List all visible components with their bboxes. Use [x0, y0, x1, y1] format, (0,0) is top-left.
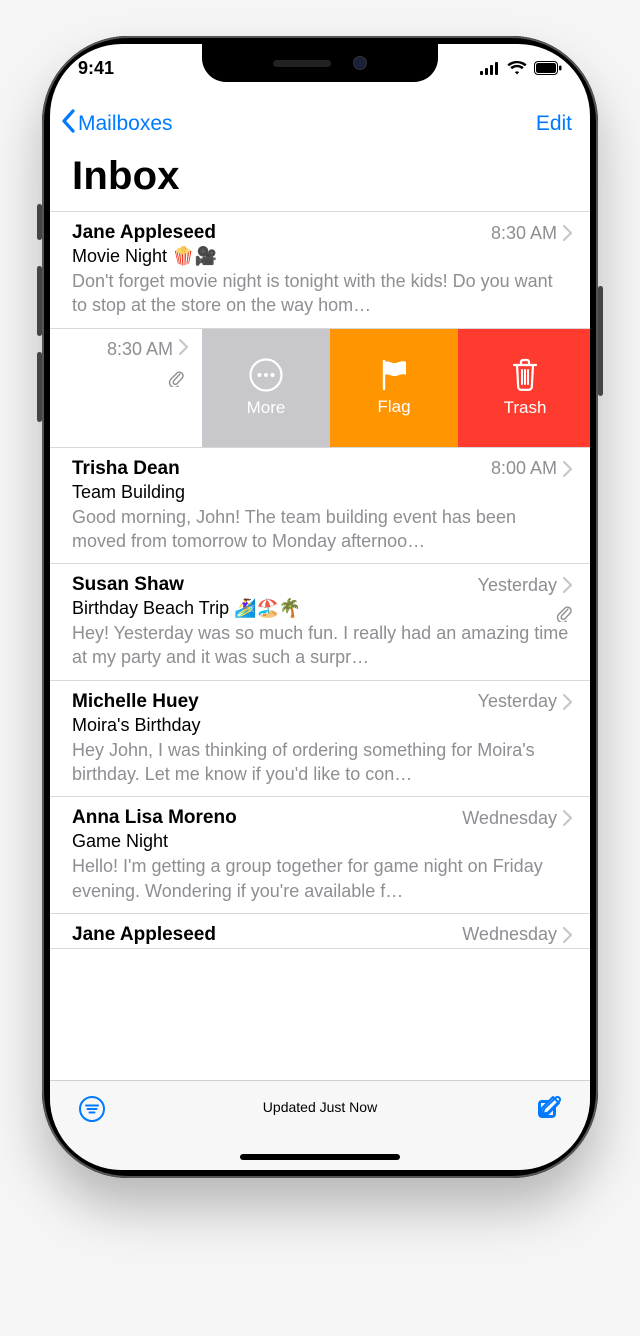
chevron-right-icon: [563, 927, 572, 943]
message-list: Jane Appleseed 8:30 AM Movie Night 🍿🎥 Do…: [50, 211, 590, 949]
screen: 9:41: [50, 44, 590, 1170]
mail-row[interactable]: Michelle Huey Yesterday Moira's Birthday…: [50, 681, 590, 798]
mail-preview: Hello! I'm getting a group together for …: [72, 854, 572, 903]
mail-time: 8:30 AM: [107, 339, 173, 360]
mail-time: Yesterday: [478, 691, 557, 712]
nav-bar: Mailboxes Edit: [50, 92, 590, 150]
mail-subject: Team Building: [72, 482, 572, 503]
chevron-left-icon: [60, 109, 78, 139]
content-area: 9:41: [50, 44, 590, 1080]
edit-button[interactable]: Edit: [536, 112, 572, 136]
cellular-icon: [480, 62, 500, 75]
mute-switch: [37, 204, 42, 240]
mail-time: Wednesday: [462, 924, 557, 945]
more-icon: [249, 358, 283, 392]
mail-row[interactable]: Anna Lisa Moreno Wednesday Game Night He…: [50, 797, 590, 914]
compose-button[interactable]: [534, 1095, 562, 1123]
volume-up-button: [37, 266, 42, 336]
swipe-action-flag[interactable]: Flag: [330, 329, 458, 447]
mail-sender: Trisha Dean: [72, 458, 180, 480]
battery-icon: [534, 61, 562, 75]
mail-row[interactable]: Trisha Dean 8:00 AM Team Building Good m…: [50, 448, 590, 565]
swipe-action-label: Flag: [377, 397, 410, 417]
mail-sender: Anna Lisa Moreno: [72, 807, 237, 829]
mail-row[interactable]: Jane Appleseed 8:30 AM Movie Night 🍿🎥 Do…: [50, 212, 590, 329]
mail-subject: Movie Night 🍿🎥: [72, 246, 572, 267]
notch-speaker: [273, 60, 331, 67]
chevron-right-icon: [563, 810, 572, 826]
mail-preview: Hey John, I was thinking of ordering som…: [72, 738, 572, 787]
front-camera: [353, 56, 367, 70]
iphone-frame: 9:41: [42, 36, 598, 1178]
status-right: [480, 61, 562, 75]
mail-time: Wednesday: [462, 808, 557, 829]
status-time: 9:41: [78, 58, 114, 79]
mail-subject: Game Night: [72, 831, 572, 852]
trash-icon: [511, 358, 539, 392]
chevron-right-icon: [563, 461, 572, 477]
wifi-icon: [507, 61, 527, 75]
mail-preview: Don't forget movie night is tonight with…: [72, 269, 572, 318]
chevron-right-icon: [179, 339, 188, 360]
back-button[interactable]: Mailboxes: [60, 109, 173, 139]
filter-button[interactable]: [78, 1095, 106, 1123]
page-title: Inbox: [50, 150, 590, 211]
mail-preview: Hey! Yesterday was so much fun. I really…: [72, 621, 572, 670]
mail-sender: Michelle Huey: [72, 691, 199, 713]
swipe-action-more[interactable]: More: [202, 329, 330, 447]
power-button: [598, 286, 603, 396]
mail-sender: Jane Appleseed: [72, 222, 216, 244]
chevron-right-icon: [563, 225, 572, 241]
swipe-action-label: More: [247, 398, 286, 418]
chevron-right-icon: [563, 694, 572, 710]
mail-row[interactable]: Jane Appleseed Wednesday: [50, 914, 590, 949]
volume-down-button: [37, 352, 42, 422]
home-indicator[interactable]: [240, 1154, 400, 1160]
flag-icon: [379, 359, 409, 391]
mail-time: 8:00 AM: [491, 458, 557, 479]
mail-row[interactable]: Susan Shaw Yesterday Birthday Beach Trip…: [50, 564, 590, 681]
chevron-right-icon: [563, 577, 572, 593]
paperclip-icon: [556, 604, 572, 627]
mail-sender: Susan Shaw: [72, 574, 184, 596]
mail-time: Yesterday: [478, 575, 557, 596]
swipe-action-trash[interactable]: Trash: [458, 329, 590, 447]
mail-row-content[interactable]: 8:30 AM pg: [50, 329, 202, 447]
swipe-action-label: Trash: [504, 398, 547, 418]
notch: [202, 44, 438, 82]
toolbar-status: Updated Just Now: [263, 1099, 377, 1115]
mail-row-swiped[interactable]: 8:30 AM pg M: [50, 329, 590, 448]
mail-sender: Jane Appleseed: [72, 924, 216, 946]
back-label: Mailboxes: [78, 112, 173, 136]
mail-preview: Good morning, John! The team building ev…: [72, 505, 572, 554]
mail-subject: Birthday Beach Trip 🏄‍♀️🏖️🌴: [72, 598, 572, 619]
mail-time: 8:30 AM: [491, 223, 557, 244]
mail-subject: Moira's Birthday: [72, 715, 572, 736]
paperclip-icon: [168, 369, 184, 392]
